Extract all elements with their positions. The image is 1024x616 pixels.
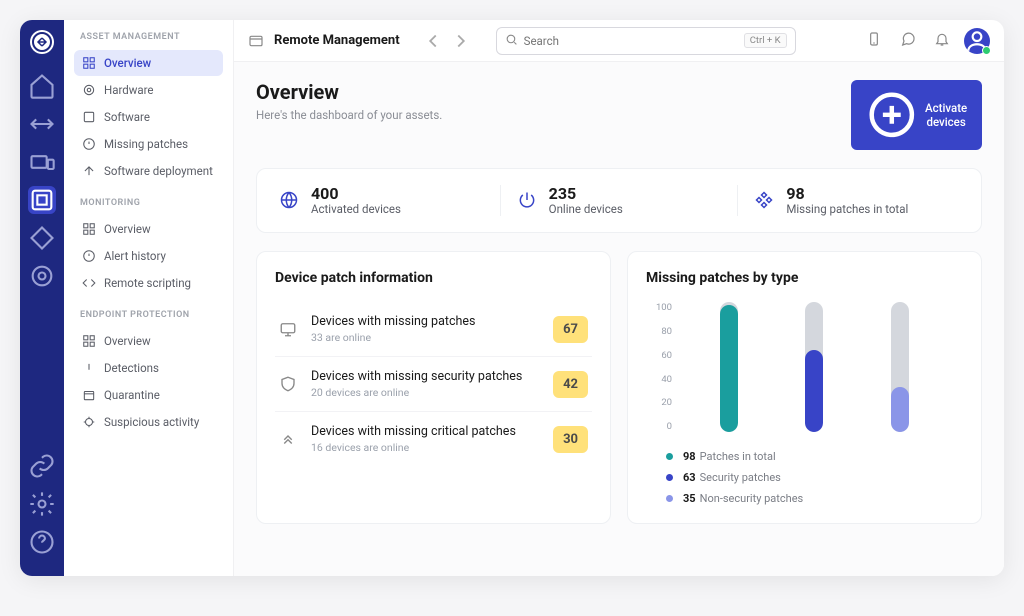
- rail-settings-icon[interactable]: [28, 490, 56, 518]
- legend-item: 63Security patches: [666, 471, 963, 484]
- rail-shield-icon[interactable]: [28, 262, 56, 290]
- nav-back-icon[interactable]: [422, 30, 444, 52]
- sidebar-item-suspicious[interactable]: Suspicious activity: [74, 409, 223, 435]
- globe-icon: [279, 190, 299, 210]
- window-icon: [248, 33, 264, 49]
- sidebar-item-alert-history[interactable]: Alert history: [74, 243, 223, 269]
- count-badge: 30: [553, 426, 588, 453]
- sidebar-item-quarantine[interactable]: Quarantine: [74, 382, 223, 408]
- chevrons-up-icon: [279, 430, 297, 448]
- chip-icon: [82, 83, 96, 97]
- count-badge: 67: [553, 316, 588, 343]
- sidebar-item-mon-overview[interactable]: Overview: [74, 216, 223, 242]
- sidebar-heading: ASSET MANAGEMENT: [74, 32, 223, 42]
- patch-icon: [82, 137, 96, 151]
- app-logo[interactable]: [30, 30, 54, 54]
- stat-missing: 98Missing patches in total: [738, 185, 975, 217]
- main-area: Remote Management Ctrl + K Overview Here…: [234, 20, 1004, 576]
- stats-row: 400Activated devices 235Online devices 9…: [256, 168, 982, 234]
- layout-icon: [82, 56, 96, 70]
- patch-info-panel: Device patch information Devices with mi…: [256, 251, 611, 524]
- avatar[interactable]: [964, 28, 990, 54]
- code-icon: [82, 276, 96, 290]
- patch-row[interactable]: Devices with missing critical patches16 …: [275, 412, 592, 466]
- rail-home-icon[interactable]: [28, 72, 56, 100]
- sidebar-item-detections[interactable]: Detections: [74, 355, 223, 381]
- chart-legend: 98Patches in total 63Security patches 35…: [646, 450, 963, 505]
- legend-item: 35Non-security patches: [666, 492, 963, 505]
- alert-icon: [82, 249, 96, 263]
- sidebar-item-hardware[interactable]: Hardware: [74, 77, 223, 103]
- chart-bar: [720, 302, 738, 432]
- device-icon[interactable]: [862, 27, 886, 55]
- sidebar-item-overview[interactable]: Overview: [74, 50, 223, 76]
- rail-link-icon[interactable]: [28, 452, 56, 480]
- chart-y-axis: 100806040200: [646, 302, 672, 432]
- search-kbd: Ctrl + K: [744, 33, 787, 48]
- search-input[interactable]: [524, 34, 744, 48]
- rail-help-icon[interactable]: [28, 528, 56, 556]
- stat-activated: 400Activated devices: [263, 185, 501, 217]
- stat-online: 235Online devices: [501, 185, 739, 217]
- patch-row[interactable]: Devices with missing security patches20 …: [275, 357, 592, 412]
- sidebar-heading: ENDPOINT PROTECTION: [74, 310, 223, 320]
- app-shell: ASSET MANAGEMENT Overview Hardware Softw…: [20, 20, 1004, 576]
- search-icon: [505, 31, 518, 50]
- sidebar-item-software[interactable]: Software: [74, 104, 223, 130]
- activate-devices-button[interactable]: Activate devices: [851, 80, 982, 150]
- legend-item: 98Patches in total: [666, 450, 963, 463]
- page-title: Overview: [256, 80, 442, 104]
- nav-rail: [20, 20, 64, 576]
- rail-management-icon[interactable]: [28, 186, 56, 214]
- panel-title: Missing patches by type: [646, 270, 963, 286]
- chart-bar: [805, 302, 823, 432]
- sidebar-item-ep-overview[interactable]: Overview: [74, 328, 223, 354]
- power-icon: [517, 190, 537, 210]
- deploy-icon: [82, 164, 96, 178]
- warning-icon: [82, 361, 96, 375]
- layout-icon: [82, 334, 96, 348]
- sidebar: ASSET MANAGEMENT Overview Hardware Softw…: [64, 20, 234, 576]
- nav-forward-icon[interactable]: [450, 30, 472, 52]
- panel-title: Device patch information: [275, 270, 592, 286]
- topbar: Remote Management Ctrl + K: [234, 20, 1004, 62]
- bug-icon: [82, 415, 96, 429]
- search-box[interactable]: Ctrl + K: [496, 27, 796, 55]
- chat-icon[interactable]: [896, 27, 920, 55]
- rail-transfer-icon[interactable]: [28, 110, 56, 138]
- layout-icon: [82, 222, 96, 236]
- page-subtitle: Here's the dashboard of your assets.: [256, 108, 442, 122]
- rail-tag-icon[interactable]: [28, 224, 56, 252]
- patch-row[interactable]: Devices with missing patches33 are onlin…: [275, 302, 592, 357]
- monitor-icon: [279, 320, 297, 338]
- package-icon: [82, 110, 96, 124]
- patches-icon: [754, 190, 774, 210]
- box-icon: [82, 388, 96, 402]
- chart-panel: Missing patches by type 100806040200 98P…: [627, 251, 982, 524]
- sidebar-item-missing-patches[interactable]: Missing patches: [74, 131, 223, 157]
- sidebar-item-software-deployment[interactable]: Software deployment: [74, 158, 223, 184]
- sidebar-item-remote-scripting[interactable]: Remote scripting: [74, 270, 223, 296]
- bell-icon[interactable]: [930, 27, 954, 55]
- count-badge: 42: [553, 371, 588, 398]
- shield-icon: [279, 375, 297, 393]
- sidebar-heading: MONITORING: [74, 198, 223, 208]
- rail-devices-icon[interactable]: [28, 148, 56, 176]
- chart-bar: [891, 302, 909, 432]
- content: Overview Here's the dashboard of your as…: [234, 62, 1004, 576]
- breadcrumb-title: Remote Management: [274, 33, 400, 48]
- bar-chart: 100806040200: [646, 302, 963, 432]
